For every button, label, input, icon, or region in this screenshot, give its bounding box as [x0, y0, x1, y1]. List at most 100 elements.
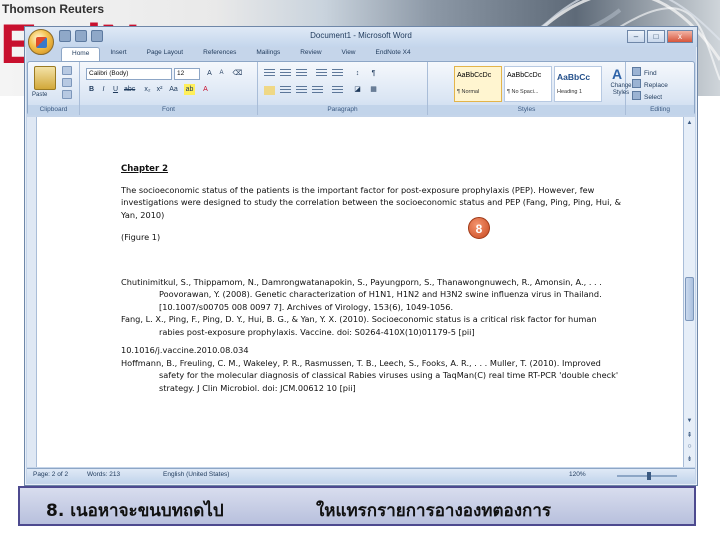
increase-indent-icon[interactable] — [332, 69, 343, 78]
vertical-scrollbar[interactable]: ▲ ▼ ⇞ ○ ⇟ — [683, 117, 695, 467]
subscript-button[interactable]: x₂ — [142, 84, 153, 95]
styles-group-label: Styles — [428, 105, 625, 115]
close-button[interactable]: x — [667, 30, 693, 43]
clear-format-icon[interactable]: ⌫ — [232, 68, 243, 79]
style-name: ¶ Normal — [457, 89, 480, 95]
shrink-font-icon[interactable]: A — [216, 68, 227, 79]
tab-endnote[interactable]: EndNote X4 — [366, 47, 421, 61]
tab-mailings[interactable]: Mailings — [246, 47, 290, 61]
replace-button[interactable]: Replace — [632, 79, 668, 89]
tab-references[interactable]: References — [193, 47, 246, 61]
reference-entry: Chutinimitkul, S., Thippamom, N., Damron… — [121, 276, 602, 312]
style-name: ¶ No Spaci... — [507, 89, 539, 95]
caption-instruction-text: ใหแทรกรายการอางองทตองการ — [316, 501, 551, 521]
font-size-select[interactable]: 12 — [174, 68, 200, 80]
scroll-up-icon[interactable]: ▲ — [685, 119, 694, 128]
font-color-icon[interactable]: A — [200, 84, 211, 95]
bullets-icon[interactable] — [264, 69, 275, 78]
show-formatting-icon[interactable]: ¶ — [368, 68, 379, 79]
reference-entry: Fang, L. X., Ping, F., Ping, D. Y., Hui,… — [121, 314, 597, 337]
figure-reference: (Figure 1) — [121, 232, 161, 242]
reference-entry: Hoffmann, B., Freuling, C. M., Wakeley, … — [121, 357, 619, 393]
page-count[interactable]: Page: 2 of 2 — [33, 471, 68, 478]
ribbon: Paste Clipboard Calibri (Body) 12 A A ⌫ … — [27, 61, 695, 115]
zoom-slider[interactable] — [617, 472, 677, 480]
paragraph-group-label: Paragraph — [258, 105, 427, 115]
slide: Thomson Reuters EndNote Document1 - Micr… — [0, 0, 720, 540]
borders-icon[interactable]: ▦ — [368, 84, 379, 95]
paste-button[interactable] — [34, 66, 56, 90]
tab-insert[interactable]: Insert — [100, 47, 136, 61]
clipboard-group-label: Clipboard — [28, 105, 79, 115]
select-button[interactable]: Select — [632, 91, 662, 101]
strikethrough-button[interactable]: abc — [124, 84, 135, 95]
tab-view[interactable]: View — [332, 47, 366, 61]
align-right-icon[interactable] — [296, 86, 307, 95]
sort-icon[interactable]: ↕ — [352, 68, 363, 79]
font-group: Calibri (Body) 12 A A ⌫ B I U abc x₂ x² … — [80, 62, 258, 115]
align-center-icon[interactable] — [280, 86, 291, 95]
previous-page-icon[interactable]: ⇞ — [684, 431, 695, 439]
word-window: Document1 - Microsoft Word – □ x Home In… — [24, 26, 698, 486]
superscript-button[interactable]: x² — [154, 84, 165, 95]
document-content[interactable]: Chapter 2 The socioeconomic status of th… — [121, 163, 621, 394]
next-page-icon[interactable]: ⇟ — [684, 455, 695, 463]
tab-page-layout[interactable]: Page Layout — [137, 47, 194, 61]
format-painter-icon[interactable] — [62, 90, 72, 99]
underline-button[interactable]: U — [110, 84, 121, 95]
find-button[interactable]: Find — [632, 67, 657, 77]
styles-group: AaBbCcDc ¶ Normal AaBbCcDc ¶ No Spaci...… — [428, 62, 632, 115]
scroll-thumb[interactable] — [685, 277, 694, 321]
italic-button[interactable]: I — [98, 84, 109, 95]
editing-group: Find Replace Select Editing — [626, 62, 694, 115]
style-gallery: AaBbCcDc ¶ Normal AaBbCcDc ¶ No Spaci...… — [454, 66, 602, 102]
scroll-down-icon[interactable]: ▼ — [685, 417, 694, 426]
change-case-icon[interactable]: Aa — [168, 84, 179, 95]
shading-icon[interactable]: ◪ — [352, 84, 363, 95]
style-sample: AaBbCc — [557, 72, 591, 82]
title-bar: Document1 - Microsoft Word – □ x — [25, 27, 697, 47]
paragraph-group: ↕ ¶ ◪ ▦ Paragraph — [258, 62, 428, 115]
body-paragraph: The socioeconomic status of the patients… — [121, 184, 621, 220]
zoom-level[interactable]: 120% — [569, 471, 586, 478]
language-status[interactable]: English (United States) — [163, 471, 229, 478]
editing-group-label: Editing — [626, 105, 694, 115]
office-button[interactable] — [28, 29, 54, 55]
justify-icon[interactable] — [312, 86, 323, 95]
zoom-slider-knob[interactable] — [647, 472, 651, 480]
style-normal[interactable]: AaBbCcDc ¶ Normal — [454, 66, 502, 102]
font-name-select[interactable]: Calibri (Body) — [86, 68, 172, 80]
cut-icon[interactable] — [62, 66, 72, 75]
select-browse-object-icon[interactable]: ○ — [684, 443, 695, 450]
line-spacing-icon[interactable] — [332, 86, 343, 95]
multilevel-list-icon[interactable] — [296, 69, 307, 78]
change-styles-icon: A — [612, 66, 623, 82]
style-heading-1[interactable]: AaBbCc Heading 1 — [554, 66, 602, 102]
caption-bar: 8. เนอหาจะขนบทถดไป ใหแทรกรายการอางองทตอง… — [18, 486, 696, 526]
highlight-icon[interactable]: ab — [184, 84, 195, 95]
tab-home[interactable]: Home — [61, 47, 101, 61]
document-area: Chapter 2 The socioeconomic status of th… — [37, 117, 685, 467]
minimize-button[interactable]: – — [627, 30, 645, 43]
window-title: Document1 - Microsoft Word — [310, 31, 412, 40]
tab-review[interactable]: Review — [290, 47, 331, 61]
copy-icon[interactable] — [62, 78, 72, 87]
style-name: Heading 1 — [557, 89, 583, 95]
align-left-icon[interactable] — [264, 86, 275, 95]
word-count[interactable]: Words: 213 — [87, 471, 120, 478]
document-page[interactable]: Chapter 2 The socioeconomic status of th… — [37, 117, 685, 467]
maximize-button[interactable]: □ — [647, 30, 665, 43]
chapter-heading: Chapter 2 — [121, 164, 169, 174]
grow-font-icon[interactable]: A — [204, 68, 215, 79]
office-logo-icon — [36, 37, 47, 48]
bold-button[interactable]: B — [86, 84, 97, 95]
step-badge: 8 — [468, 217, 490, 239]
numbering-icon[interactable] — [280, 69, 291, 78]
style-sample: AaBbCcDc — [457, 72, 492, 79]
reference-doi: 10.1016/j.vaccine.2010.08.034 — [121, 345, 249, 355]
paste-label: Paste — [32, 92, 48, 98]
status-bar: Page: 2 of 2 Words: 213 English (United … — [27, 468, 695, 482]
style-no-spacing[interactable]: AaBbCcDc ¶ No Spaci... — [504, 66, 552, 102]
decrease-indent-icon[interactable] — [316, 69, 327, 78]
clipboard-group: Paste Clipboard — [28, 62, 80, 115]
